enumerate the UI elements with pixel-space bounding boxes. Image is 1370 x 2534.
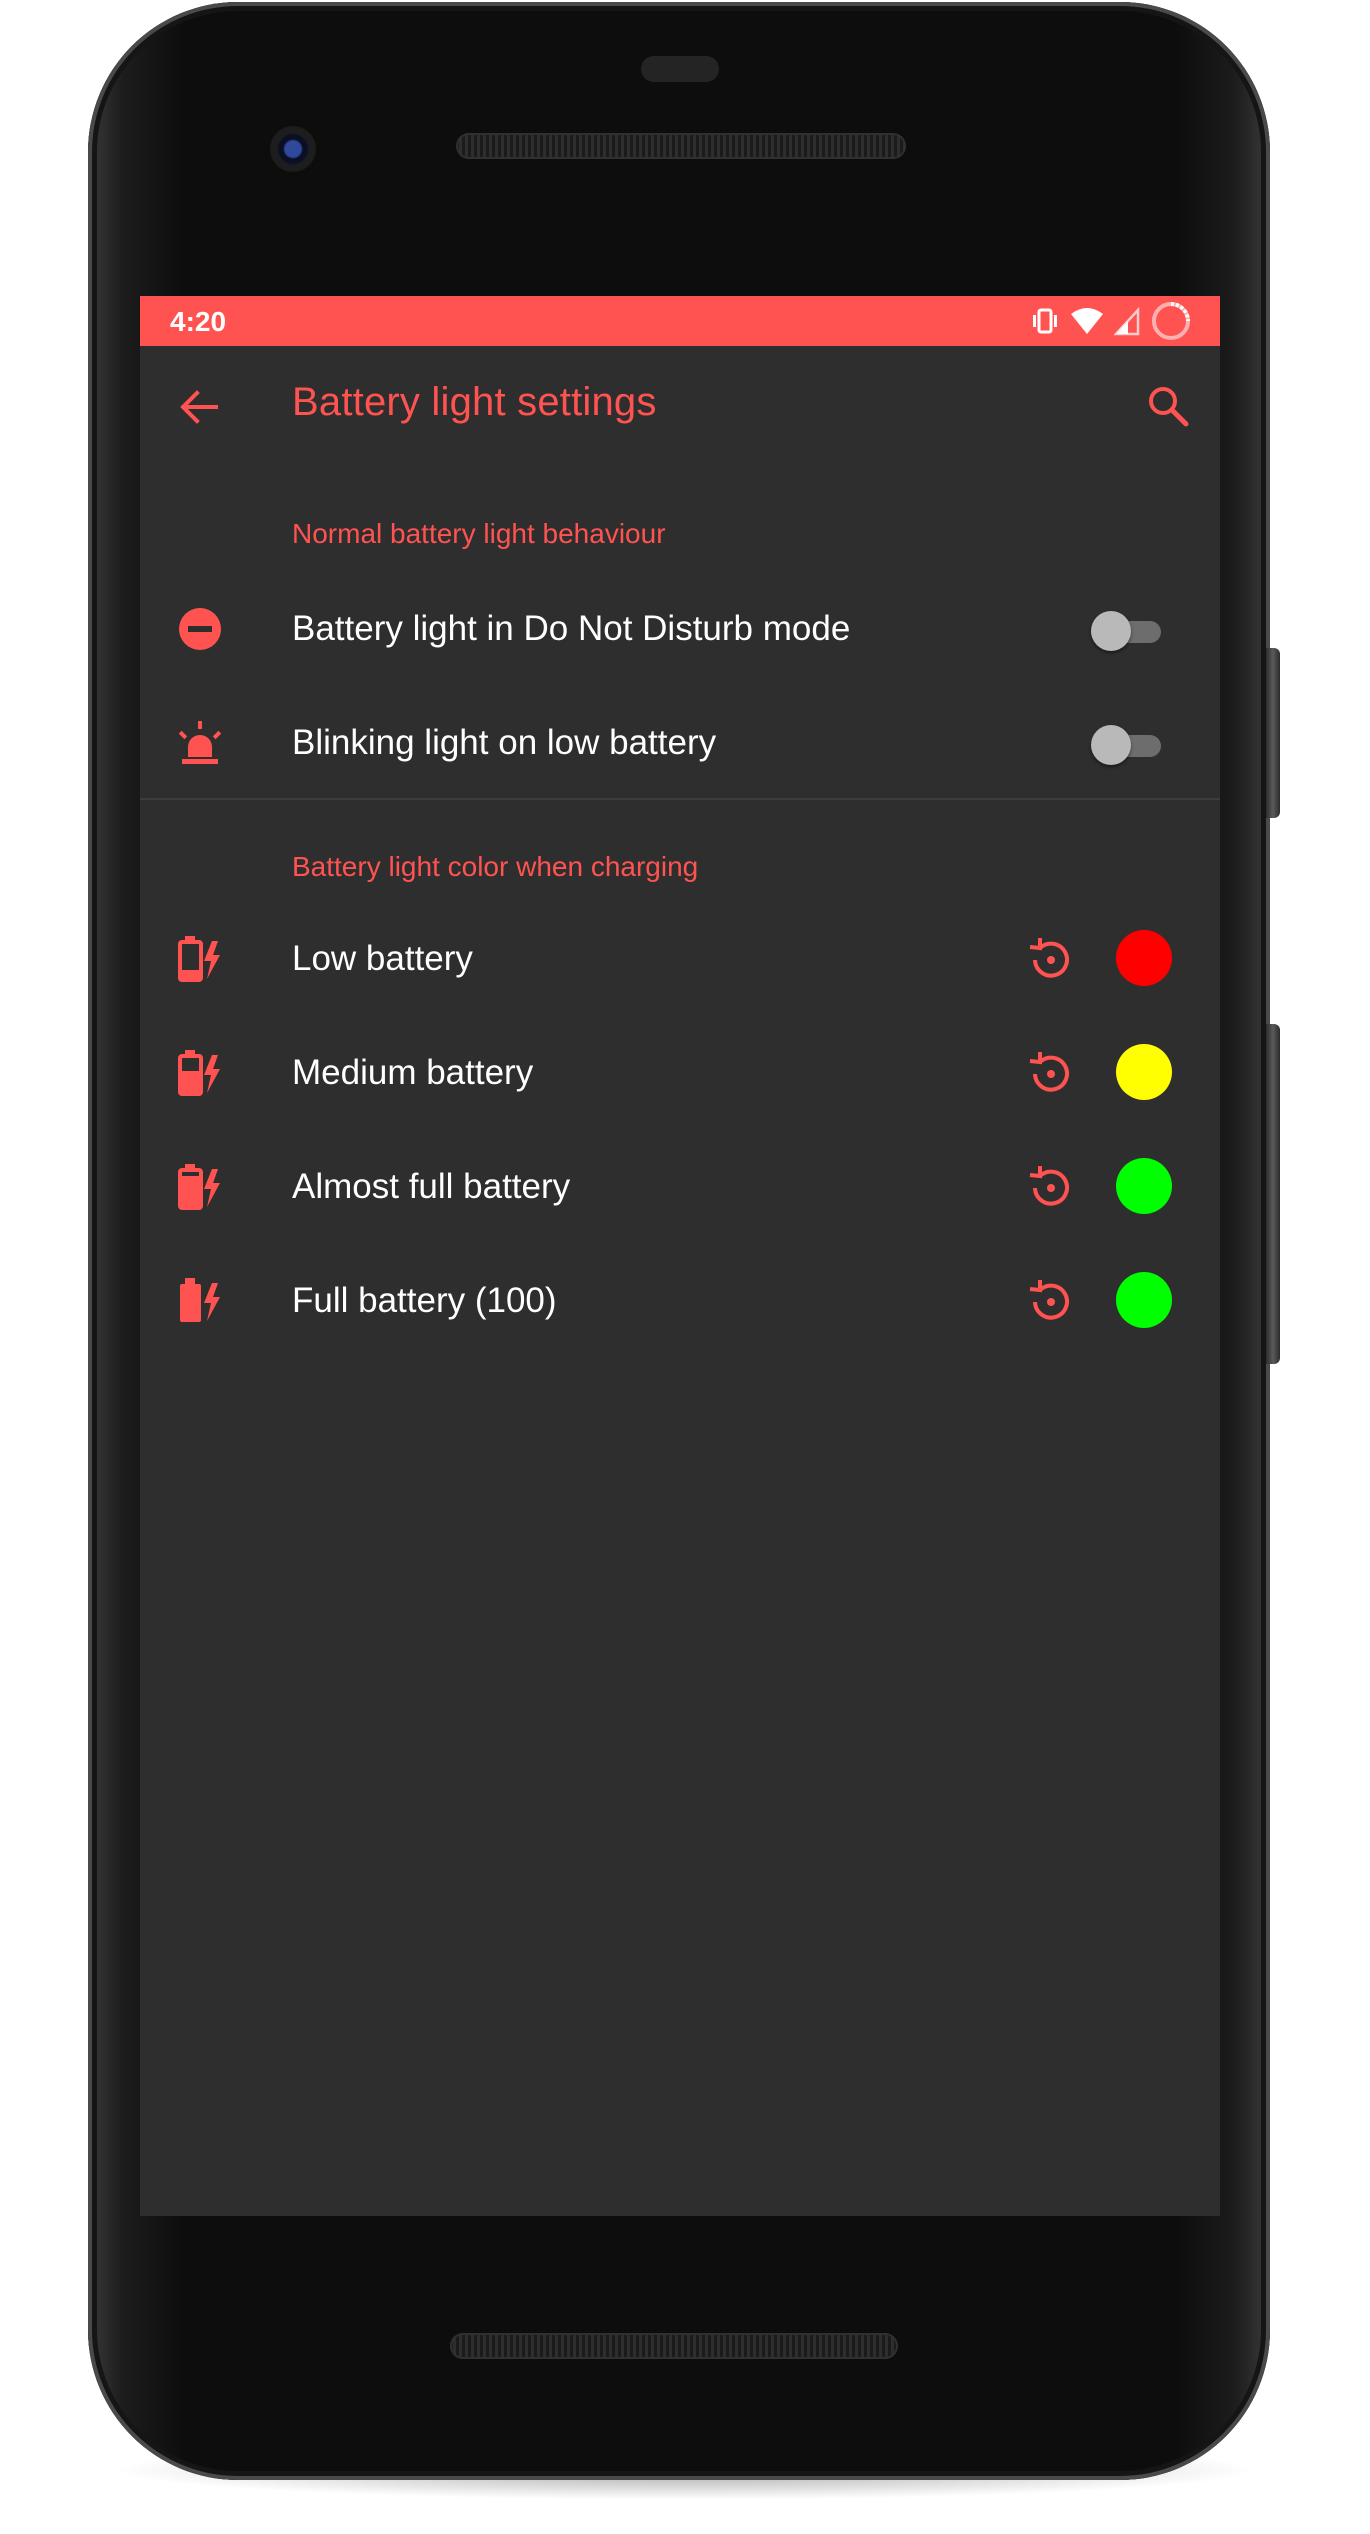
- color-swatch-almost-full[interactable]: [1116, 1158, 1172, 1214]
- status-bar: 4:20: [140, 296, 1220, 346]
- do-not-disturb-icon: [176, 605, 224, 653]
- back-button[interactable]: [178, 386, 220, 428]
- battery-charging-medium-icon: [176, 1049, 224, 1097]
- toggle-thumb: [1091, 611, 1131, 651]
- setting-label: Low battery: [292, 939, 473, 978]
- blinking-toggle[interactable]: [1091, 725, 1165, 765]
- search-button[interactable]: [1144, 382, 1192, 430]
- toggle-thumb: [1091, 725, 1131, 765]
- color-row-almost-full[interactable]: Almost full battery: [140, 1130, 1220, 1244]
- setting-label: Battery light in Do Not Disturb mode: [292, 609, 851, 648]
- setting-label: Medium battery: [292, 1053, 534, 1092]
- earpiece-slot: [641, 56, 719, 82]
- volume-button: [1266, 1024, 1280, 1364]
- reset-color-button[interactable]: [1025, 1277, 1075, 1327]
- top-speaker-grille: [456, 133, 906, 159]
- color-row-full[interactable]: Full battery (100): [140, 1244, 1220, 1358]
- status-time: 4:20: [170, 306, 227, 337]
- search-icon: [1149, 387, 1189, 427]
- reset-color-button[interactable]: [1025, 1163, 1075, 1213]
- power-button: [1266, 648, 1280, 818]
- status-icons: [1030, 300, 1192, 342]
- color-swatch-medium[interactable]: [1116, 1044, 1172, 1100]
- color-swatch-low[interactable]: [1116, 930, 1172, 986]
- front-camera: [268, 124, 318, 174]
- color-row-low[interactable]: Low battery: [140, 902, 1220, 1016]
- setting-row-blinking[interactable]: Blinking light on low battery: [140, 686, 1220, 800]
- color-swatch-full[interactable]: [1116, 1272, 1172, 1328]
- battery-charging-almost-full-icon: [176, 1163, 224, 1211]
- restore-icon: [1029, 1166, 1069, 1206]
- reset-color-button[interactable]: [1025, 1049, 1075, 1099]
- signal-icon: [1114, 306, 1140, 336]
- phone-mockup: 4:20 Battery light settings Normal batte…: [0, 0, 1370, 2534]
- color-row-medium[interactable]: Medium battery: [140, 1016, 1220, 1130]
- battery-charging-ring-icon: [1152, 302, 1190, 340]
- alarm-light-icon: [176, 719, 224, 767]
- restore-icon: [1029, 1052, 1069, 1092]
- dnd-toggle[interactable]: [1091, 611, 1165, 651]
- setting-row-dnd[interactable]: Battery light in Do Not Disturb mode: [140, 572, 1220, 686]
- arrow-back-icon: [180, 390, 218, 424]
- setting-label: Full battery (100): [292, 1281, 557, 1320]
- app-bar: Battery light settings: [140, 346, 1220, 466]
- battery-charging-low-icon: [176, 935, 224, 983]
- reset-color-button[interactable]: [1025, 935, 1075, 985]
- restore-icon: [1029, 1280, 1069, 1320]
- section-header-charging: Battery light color when charging: [292, 851, 699, 882]
- setting-label: Almost full battery: [292, 1167, 571, 1206]
- setting-label: Blinking light on low battery: [292, 723, 717, 762]
- bottom-speaker-grille: [450, 2333, 898, 2359]
- section-divider: [140, 798, 1220, 800]
- wifi-icon: [1071, 308, 1103, 334]
- section-header-normal: Normal battery light behaviour: [292, 518, 666, 549]
- restore-icon: [1029, 938, 1069, 978]
- vibrate-icon: [1033, 308, 1057, 334]
- page-title: Battery light settings: [292, 380, 657, 424]
- screen: 4:20 Battery light settings Normal batte…: [140, 296, 1220, 2216]
- battery-charging-full-icon: [176, 1277, 224, 1325]
